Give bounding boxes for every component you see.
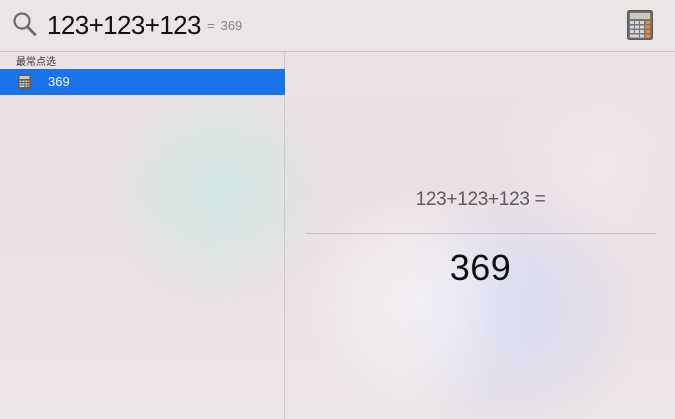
result-item-label: 369	[48, 74, 70, 89]
calculator-icon	[17, 74, 32, 90]
inline-result-value: 369	[220, 18, 243, 33]
search-input[interactable]: 123+123+123	[47, 10, 202, 40]
section-title: 最常点选	[16, 57, 56, 68]
inline-result: = 369	[207, 15, 242, 37]
preview-divider	[306, 233, 656, 234]
result-item-calculator[interactable]: 369	[0, 69, 285, 95]
preview-pane: 123+123+123 = 369	[286, 52, 675, 419]
inline-result-equals: =	[207, 18, 215, 33]
preview-expression: 123+123+123 =	[415, 189, 546, 210]
preview-result: 369	[449, 247, 512, 288]
spotlight-window: 123+123+123 = 369 最常点选 369 123+123+123 =…	[0, 0, 675, 419]
calculator-icon	[624, 8, 656, 42]
search-icon	[12, 10, 38, 38]
results-list: 最常点选 369	[0, 52, 285, 419]
search-bar[interactable]: 123+123+123 = 369	[0, 0, 675, 52]
